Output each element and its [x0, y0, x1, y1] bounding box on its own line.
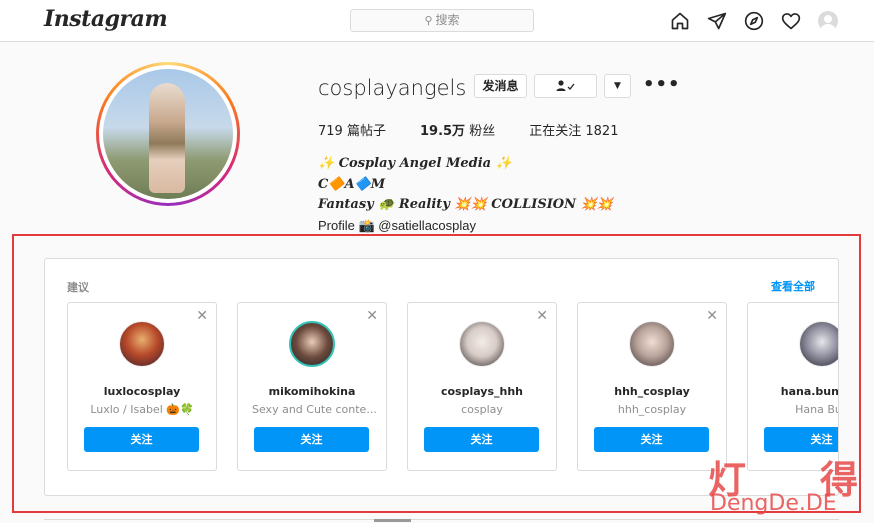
suggestion-card: ✕ mikomihokina Sexy and Cute conte... 关注: [237, 302, 387, 471]
suggestion-username[interactable]: cosplays_hhh: [408, 385, 556, 398]
watermark-text: DengDe.DE: [710, 491, 837, 516]
nav-icons: [668, 8, 840, 34]
profile-bio: ✨ Cosplay Angel Media ✨ C🔶A🔷M Fantasy 🐢 …: [318, 154, 613, 236]
search-icon: ⚲: [424, 14, 433, 27]
close-icon[interactable]: ✕: [706, 308, 718, 324]
chevron-down-icon: ▼: [614, 81, 621, 91]
suggestions-title: 建议: [67, 281, 89, 294]
suggestion-avatar[interactable]: [289, 321, 335, 367]
suggestion-card: ✕ hhh_cosplay hhh_cosplay 关注: [577, 302, 727, 471]
instagram-logo[interactable]: Instagram: [44, 6, 168, 32]
following-button[interactable]: [534, 74, 597, 98]
suggestion-avatar[interactable]: [119, 321, 165, 367]
followers-count[interactable]: 19.5万 粉丝: [420, 120, 495, 139]
close-icon[interactable]: ✕: [196, 308, 208, 324]
see-all-link[interactable]: 查看全部: [771, 278, 815, 294]
explore-icon[interactable]: [742, 9, 766, 33]
message-button[interactable]: 发消息: [474, 74, 527, 98]
more-options-button[interactable]: •••: [643, 74, 680, 98]
search-input[interactable]: ⚲ 搜索: [350, 9, 534, 32]
send-icon[interactable]: [705, 9, 729, 33]
bio-line: ✨ Cosplay Angel Media ✨: [318, 156, 512, 171]
bio-line: Profile 📸 @satiellacosplay: [318, 217, 476, 233]
suggestion-card: ✕ cosplays_hhh cosplay 关注: [407, 302, 557, 471]
suggestion-username[interactable]: luxlocosplay: [68, 385, 216, 398]
suggestions-dropdown-button[interactable]: ▼: [604, 74, 631, 98]
suggestion-subtitle: hhh_cosplay: [617, 403, 687, 416]
more-icon: •••: [643, 74, 681, 95]
suggestion-username[interactable]: hana.bunny_l: [748, 385, 838, 398]
profile-stats: 719 篇帖子 19.5万 粉丝 正在关注 1821: [318, 120, 652, 139]
suggestion-avatar[interactable]: [629, 321, 675, 367]
suggestion-avatar[interactable]: [459, 321, 505, 367]
suggestion-subtitle: Hana Bun: [795, 403, 838, 416]
watermark: 灯 得 DengDe.DE: [708, 449, 860, 521]
heart-icon[interactable]: [779, 9, 803, 33]
profile-picture[interactable]: [96, 62, 240, 206]
follow-button[interactable]: 关注: [84, 427, 199, 452]
profile-photo: [103, 69, 233, 199]
search-placeholder: 搜索: [435, 13, 460, 27]
profile-avatar[interactable]: [816, 9, 840, 33]
suggestion-subtitle: Sexy and Cute conte...: [252, 403, 377, 416]
home-icon[interactable]: [668, 9, 692, 33]
suggestion-card: ✕ hana.bunny_l Hana Bun 关注: [747, 302, 838, 471]
suggestion-username[interactable]: mikomihokina: [238, 385, 386, 398]
person-check-icon: [556, 80, 575, 91]
scrollbar-thumb[interactable]: [374, 519, 411, 522]
avatar: [818, 11, 838, 31]
bio-line: C🔶A🔷M: [318, 176, 386, 192]
suggestion-username[interactable]: hhh_cosplay: [578, 385, 726, 398]
follow-button[interactable]: 关注: [594, 427, 709, 452]
suggestion-subtitle: cosplay: [461, 403, 503, 416]
close-icon[interactable]: ✕: [366, 308, 378, 324]
posts-count: 719 篇帖子: [318, 124, 386, 139]
suggestion-subtitle: Luxlo / Isabel 🎃🍀: [90, 403, 194, 416]
follow-button[interactable]: 关注: [254, 427, 369, 452]
profile-username: cosplayangels: [318, 76, 467, 100]
close-icon[interactable]: ✕: [536, 308, 548, 324]
bio-line: Fantasy 🐢 Reality 💥💥 COLLISION 💥💥: [318, 197, 613, 212]
following-count[interactable]: 正在关注 1821: [529, 120, 618, 139]
follow-button[interactable]: 关注: [424, 427, 539, 452]
top-navbar: Instagram ⚲ 搜索: [0, 0, 874, 42]
suggestion-card: ✕ luxlocosplay Luxlo / Isabel 🎃🍀 关注: [67, 302, 217, 471]
suggestion-avatar[interactable]: [799, 321, 838, 367]
